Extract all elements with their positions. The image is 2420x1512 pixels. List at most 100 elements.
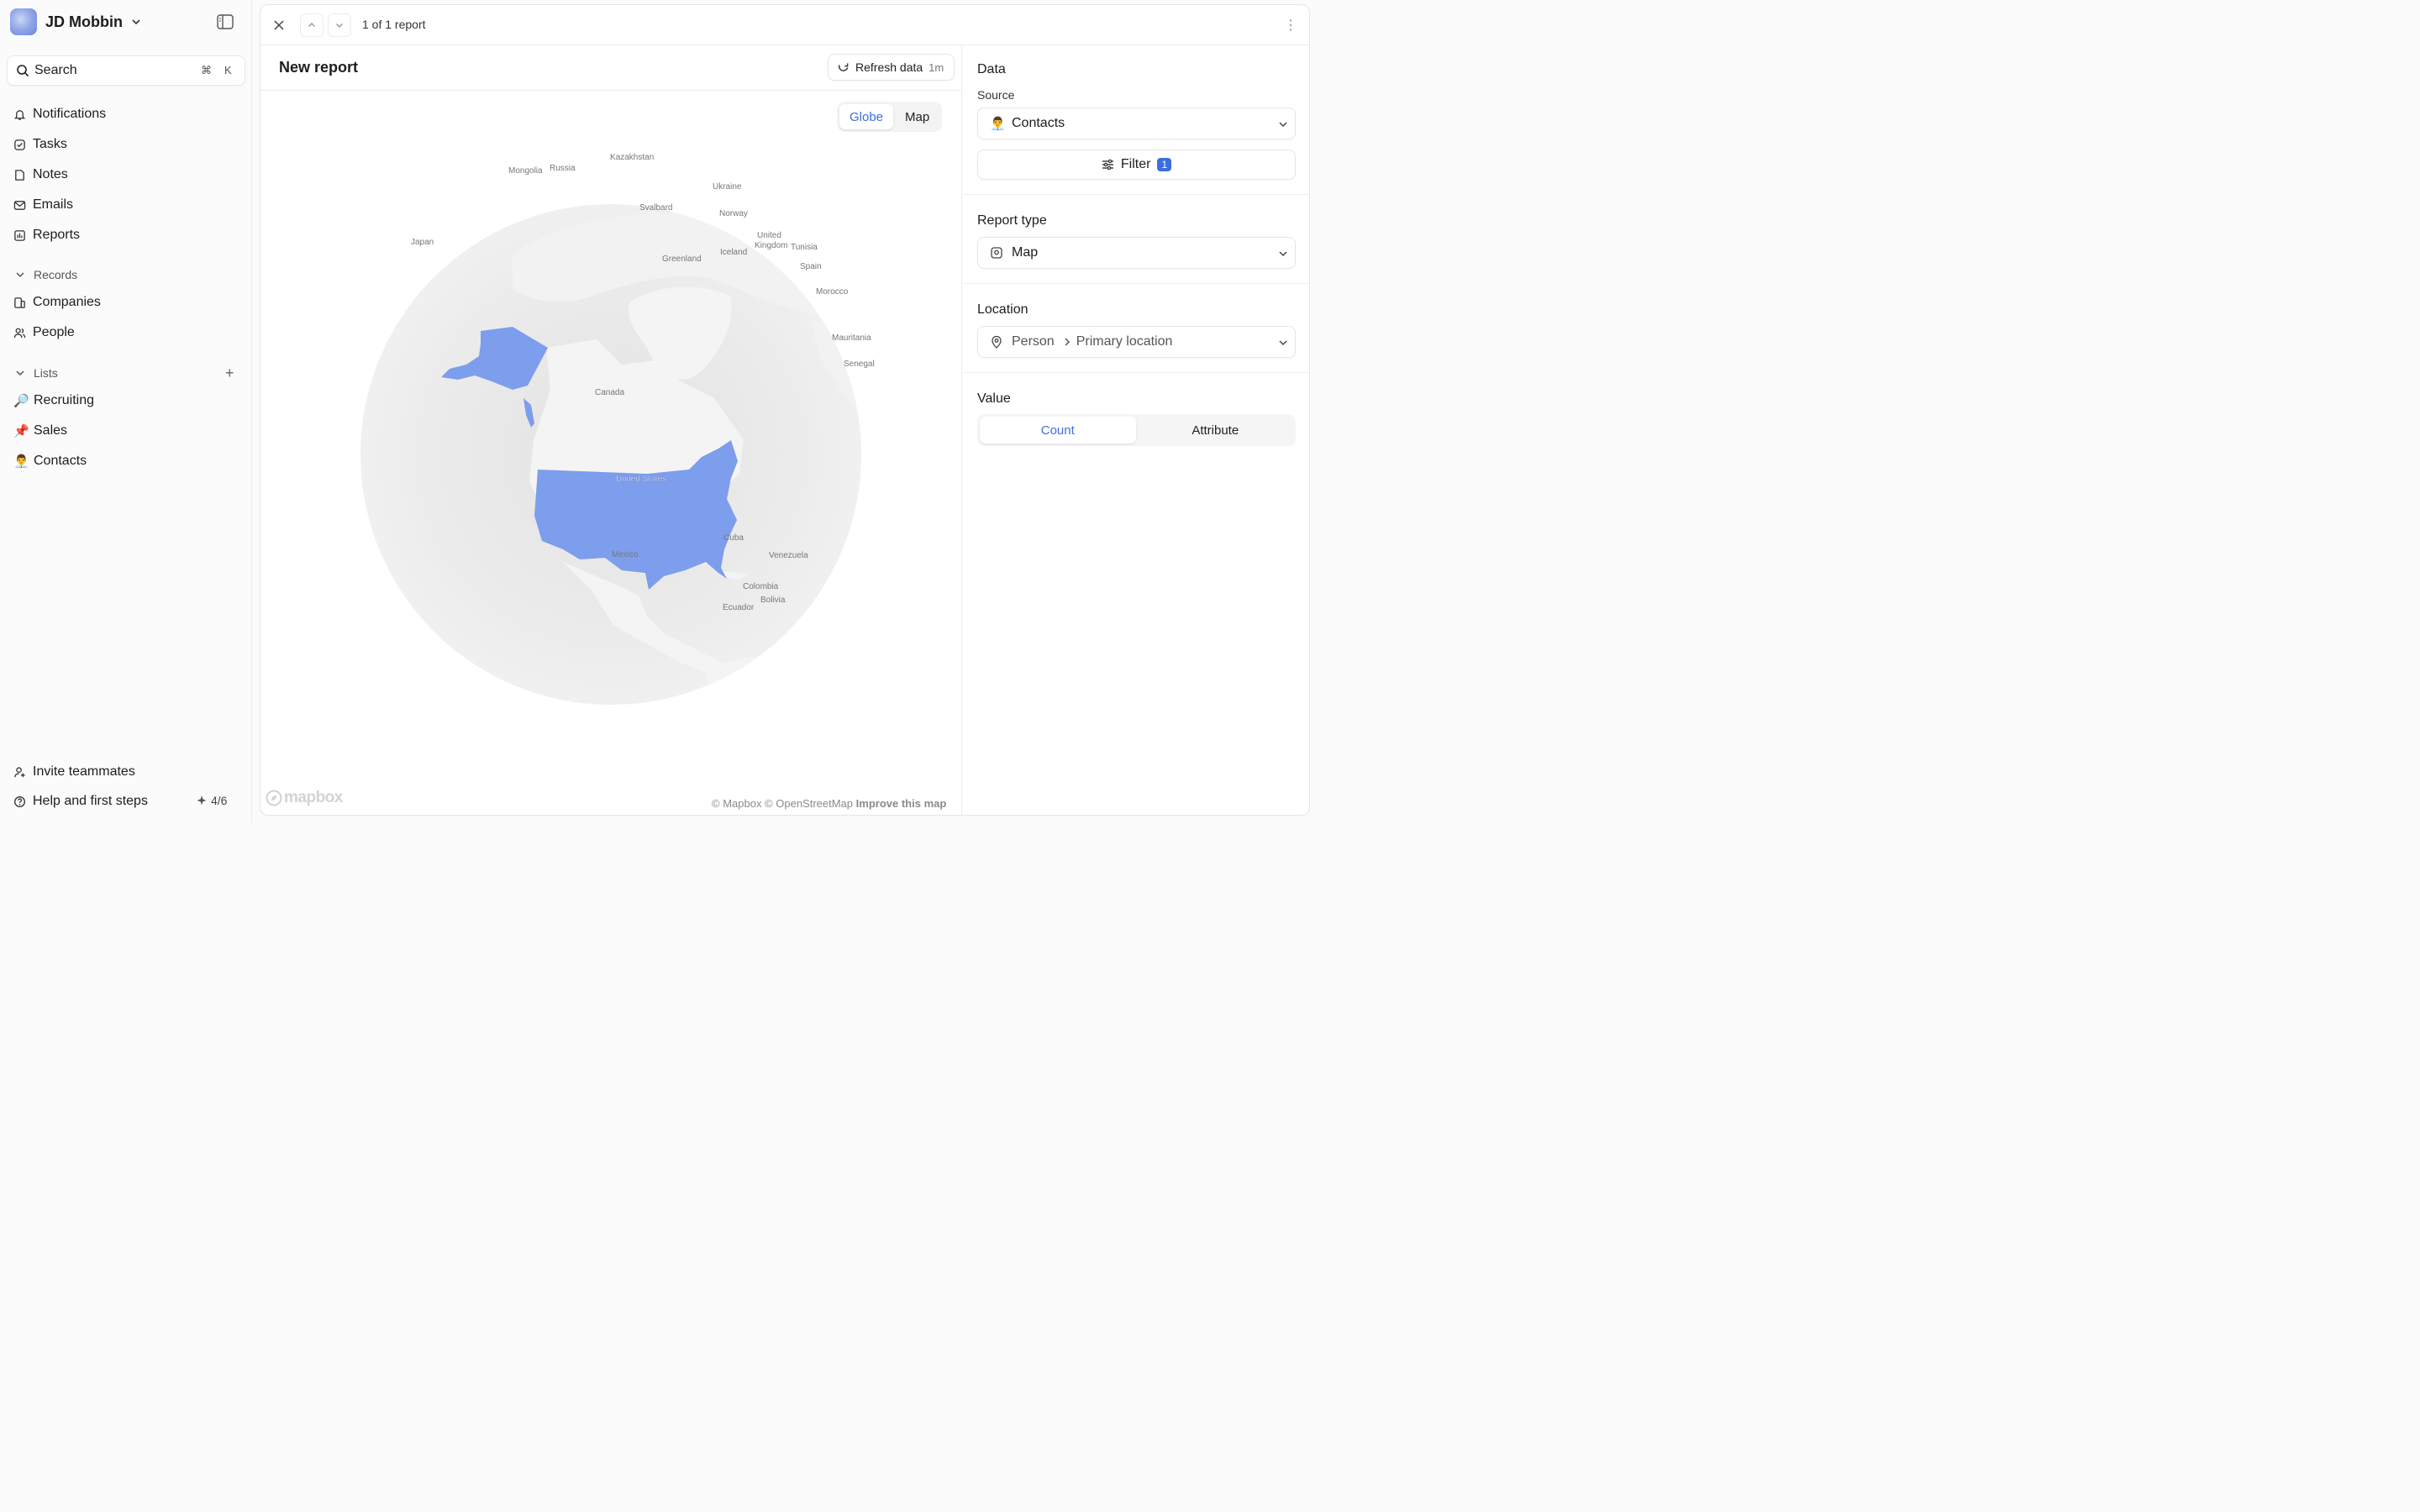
shortcut-cmd: ⌘ bbox=[201, 64, 212, 76]
nav-label: Recruiting bbox=[34, 393, 95, 407]
map-label-morocco: Morocco bbox=[816, 287, 849, 297]
nav-label: Invite teammates bbox=[33, 764, 135, 779]
attribution-text[interactable]: © Mapbox © OpenStreetMap bbox=[712, 797, 853, 810]
nav-reports[interactable]: Reports bbox=[13, 225, 80, 245]
map-label-senegal: Senegal bbox=[844, 360, 875, 369]
location-section: Location Person Primary location bbox=[963, 284, 1309, 373]
map-label-kazakhstan: Kazakhstan bbox=[610, 153, 654, 162]
globe-view-button[interactable]: Globe bbox=[839, 104, 894, 129]
source-value: Contacts bbox=[1012, 116, 1065, 130]
sidebar-item-contacts[interactable]: 👨‍💼 Contacts bbox=[13, 451, 87, 471]
source-label: Source bbox=[977, 88, 1015, 102]
data-title: Data bbox=[977, 62, 1006, 76]
map-label-kingdom: Kingdom bbox=[755, 241, 787, 250]
sidebar-item-people[interactable]: People bbox=[13, 323, 75, 343]
mapbox-logo[interactable]: mapbox bbox=[266, 789, 343, 807]
report-panel: 1 of 1 report ⋮ New report Refresh data … bbox=[260, 4, 1310, 816]
map-label-tunisia: Tunisia bbox=[791, 243, 818, 252]
help-circle-icon bbox=[14, 795, 25, 807]
invite-teammates-button[interactable]: Invite teammates bbox=[13, 762, 135, 782]
records-title: Records bbox=[34, 268, 78, 281]
progress-text: 4/6 bbox=[211, 794, 228, 807]
note-icon bbox=[15, 169, 24, 181]
nav-notifications[interactable]: Notifications bbox=[13, 104, 106, 124]
nav-label: Companies bbox=[33, 295, 101, 309]
map-label-ecuador: Ecuador bbox=[723, 603, 755, 612]
nav-emails[interactable]: Emails bbox=[13, 195, 73, 215]
bell-icon bbox=[13, 109, 26, 120]
add-list-button[interactable]: + bbox=[225, 365, 237, 381]
map-label-japan: Japan bbox=[411, 238, 434, 247]
nav-label: Notifications bbox=[33, 107, 107, 121]
map-label-mexico: Mexico bbox=[612, 550, 639, 559]
location-select[interactable]: Person Primary location bbox=[977, 326, 1296, 358]
map-label-united-states: United States bbox=[616, 475, 666, 484]
sidebar-item-companies[interactable]: Companies bbox=[13, 292, 101, 312]
location-field: Primary location bbox=[1076, 334, 1173, 349]
workspace-logo bbox=[10, 8, 37, 35]
workspace-switcher[interactable]: JD Mobbin bbox=[10, 8, 141, 35]
search-button[interactable]: Search ⌘ K bbox=[7, 55, 245, 86]
chevron-down-icon bbox=[16, 272, 24, 278]
map-label-venezuela: Venezuela bbox=[769, 551, 808, 560]
map-label-ukraine: Ukraine bbox=[713, 182, 742, 192]
chevron-down-icon bbox=[1279, 251, 1287, 257]
report-type-section: Report type Map bbox=[963, 195, 1309, 284]
next-button[interactable] bbox=[328, 13, 351, 37]
sidebar: JD Mobbin Search ⌘ K Notifications Tasks… bbox=[0, 0, 252, 823]
people-icon bbox=[13, 328, 26, 338]
attribute-option-button[interactable]: Attribute bbox=[1138, 417, 1294, 444]
globe-map[interactable]: KazakhstanMongolia RussiaUkraineSvalbardN… bbox=[260, 45, 962, 816]
filter-button[interactable]: Filter 1 bbox=[977, 150, 1296, 180]
report-type-select[interactable]: Map bbox=[977, 237, 1296, 269]
help-first-steps-button[interactable]: Help and first steps bbox=[13, 791, 148, 811]
user-plus-icon bbox=[14, 766, 25, 777]
more-options-icon[interactable]: ⋮ bbox=[1284, 17, 1297, 34]
map-label-norway: Norway bbox=[719, 209, 748, 218]
lists-title: Lists bbox=[34, 366, 58, 380]
sidebar-toggle-icon[interactable] bbox=[217, 14, 234, 29]
sidebar-item-recruiting[interactable]: 🔎 Recruiting bbox=[13, 391, 94, 411]
building-icon bbox=[14, 297, 25, 308]
nav-label: Contacts bbox=[34, 454, 87, 468]
records-section-header[interactable]: Records bbox=[15, 266, 77, 283]
nav-label: Help and first steps bbox=[33, 794, 148, 808]
source-select[interactable]: 👨‍💼 Contacts bbox=[977, 108, 1296, 139]
search-label: Search bbox=[34, 63, 77, 77]
data-section: Data Source 👨‍💼 Contacts Filter 1 bbox=[963, 45, 1309, 195]
office-worker-emoji-icon: 👨‍💼 bbox=[990, 117, 1006, 131]
improve-map-link[interactable]: Improve this map bbox=[856, 797, 947, 810]
onboarding-progress[interactable]: 4/6 bbox=[196, 794, 227, 807]
nav-notes[interactable]: Notes bbox=[13, 165, 68, 185]
map-label-canada: Canada bbox=[595, 388, 624, 397]
search-icon bbox=[17, 65, 29, 77]
map-label-iceland: Iceland bbox=[720, 248, 747, 257]
panel-topbar: 1 of 1 report ⋮ bbox=[260, 5, 1309, 45]
nav-label: Notes bbox=[33, 167, 68, 181]
mapbox-logo-icon bbox=[266, 790, 282, 806]
previous-button[interactable] bbox=[300, 13, 324, 37]
checkbox-icon bbox=[14, 139, 25, 150]
count-option-button[interactable]: Count bbox=[980, 417, 1136, 444]
map-label-russia: Russia bbox=[550, 164, 576, 173]
workspace-name: JD Mobbin bbox=[45, 13, 123, 30]
map-label-bolivia: Bolivia bbox=[760, 596, 786, 605]
location-title: Location bbox=[977, 302, 1028, 317]
report-canvas: New report Refresh data 1m Kazakhstan Mo… bbox=[260, 45, 962, 816]
map-label-united: United bbox=[757, 231, 781, 240]
sidebar-item-sales[interactable]: 📌 Sales bbox=[13, 421, 67, 441]
nav-tasks[interactable]: Tasks bbox=[13, 134, 67, 155]
close-button[interactable] bbox=[271, 17, 287, 34]
chevron-right-icon bbox=[1065, 338, 1070, 346]
map-label-greenland: Greenland bbox=[662, 255, 702, 264]
map-view-button[interactable]: Map bbox=[895, 104, 939, 129]
nav-label: Emails bbox=[33, 197, 74, 212]
map-label-mauritania: Mauritania bbox=[832, 333, 871, 343]
value-title: Value bbox=[977, 391, 1011, 406]
nav-label: Sales bbox=[34, 423, 68, 438]
pushpin-emoji-icon: 📌 bbox=[13, 424, 29, 438]
chevron-up-icon bbox=[308, 23, 315, 27]
report-count: 1 of 1 report bbox=[362, 18, 426, 31]
map-label-svalbard: Svalbard bbox=[639, 203, 672, 213]
lists-section-header[interactable]: Lists bbox=[15, 365, 58, 381]
